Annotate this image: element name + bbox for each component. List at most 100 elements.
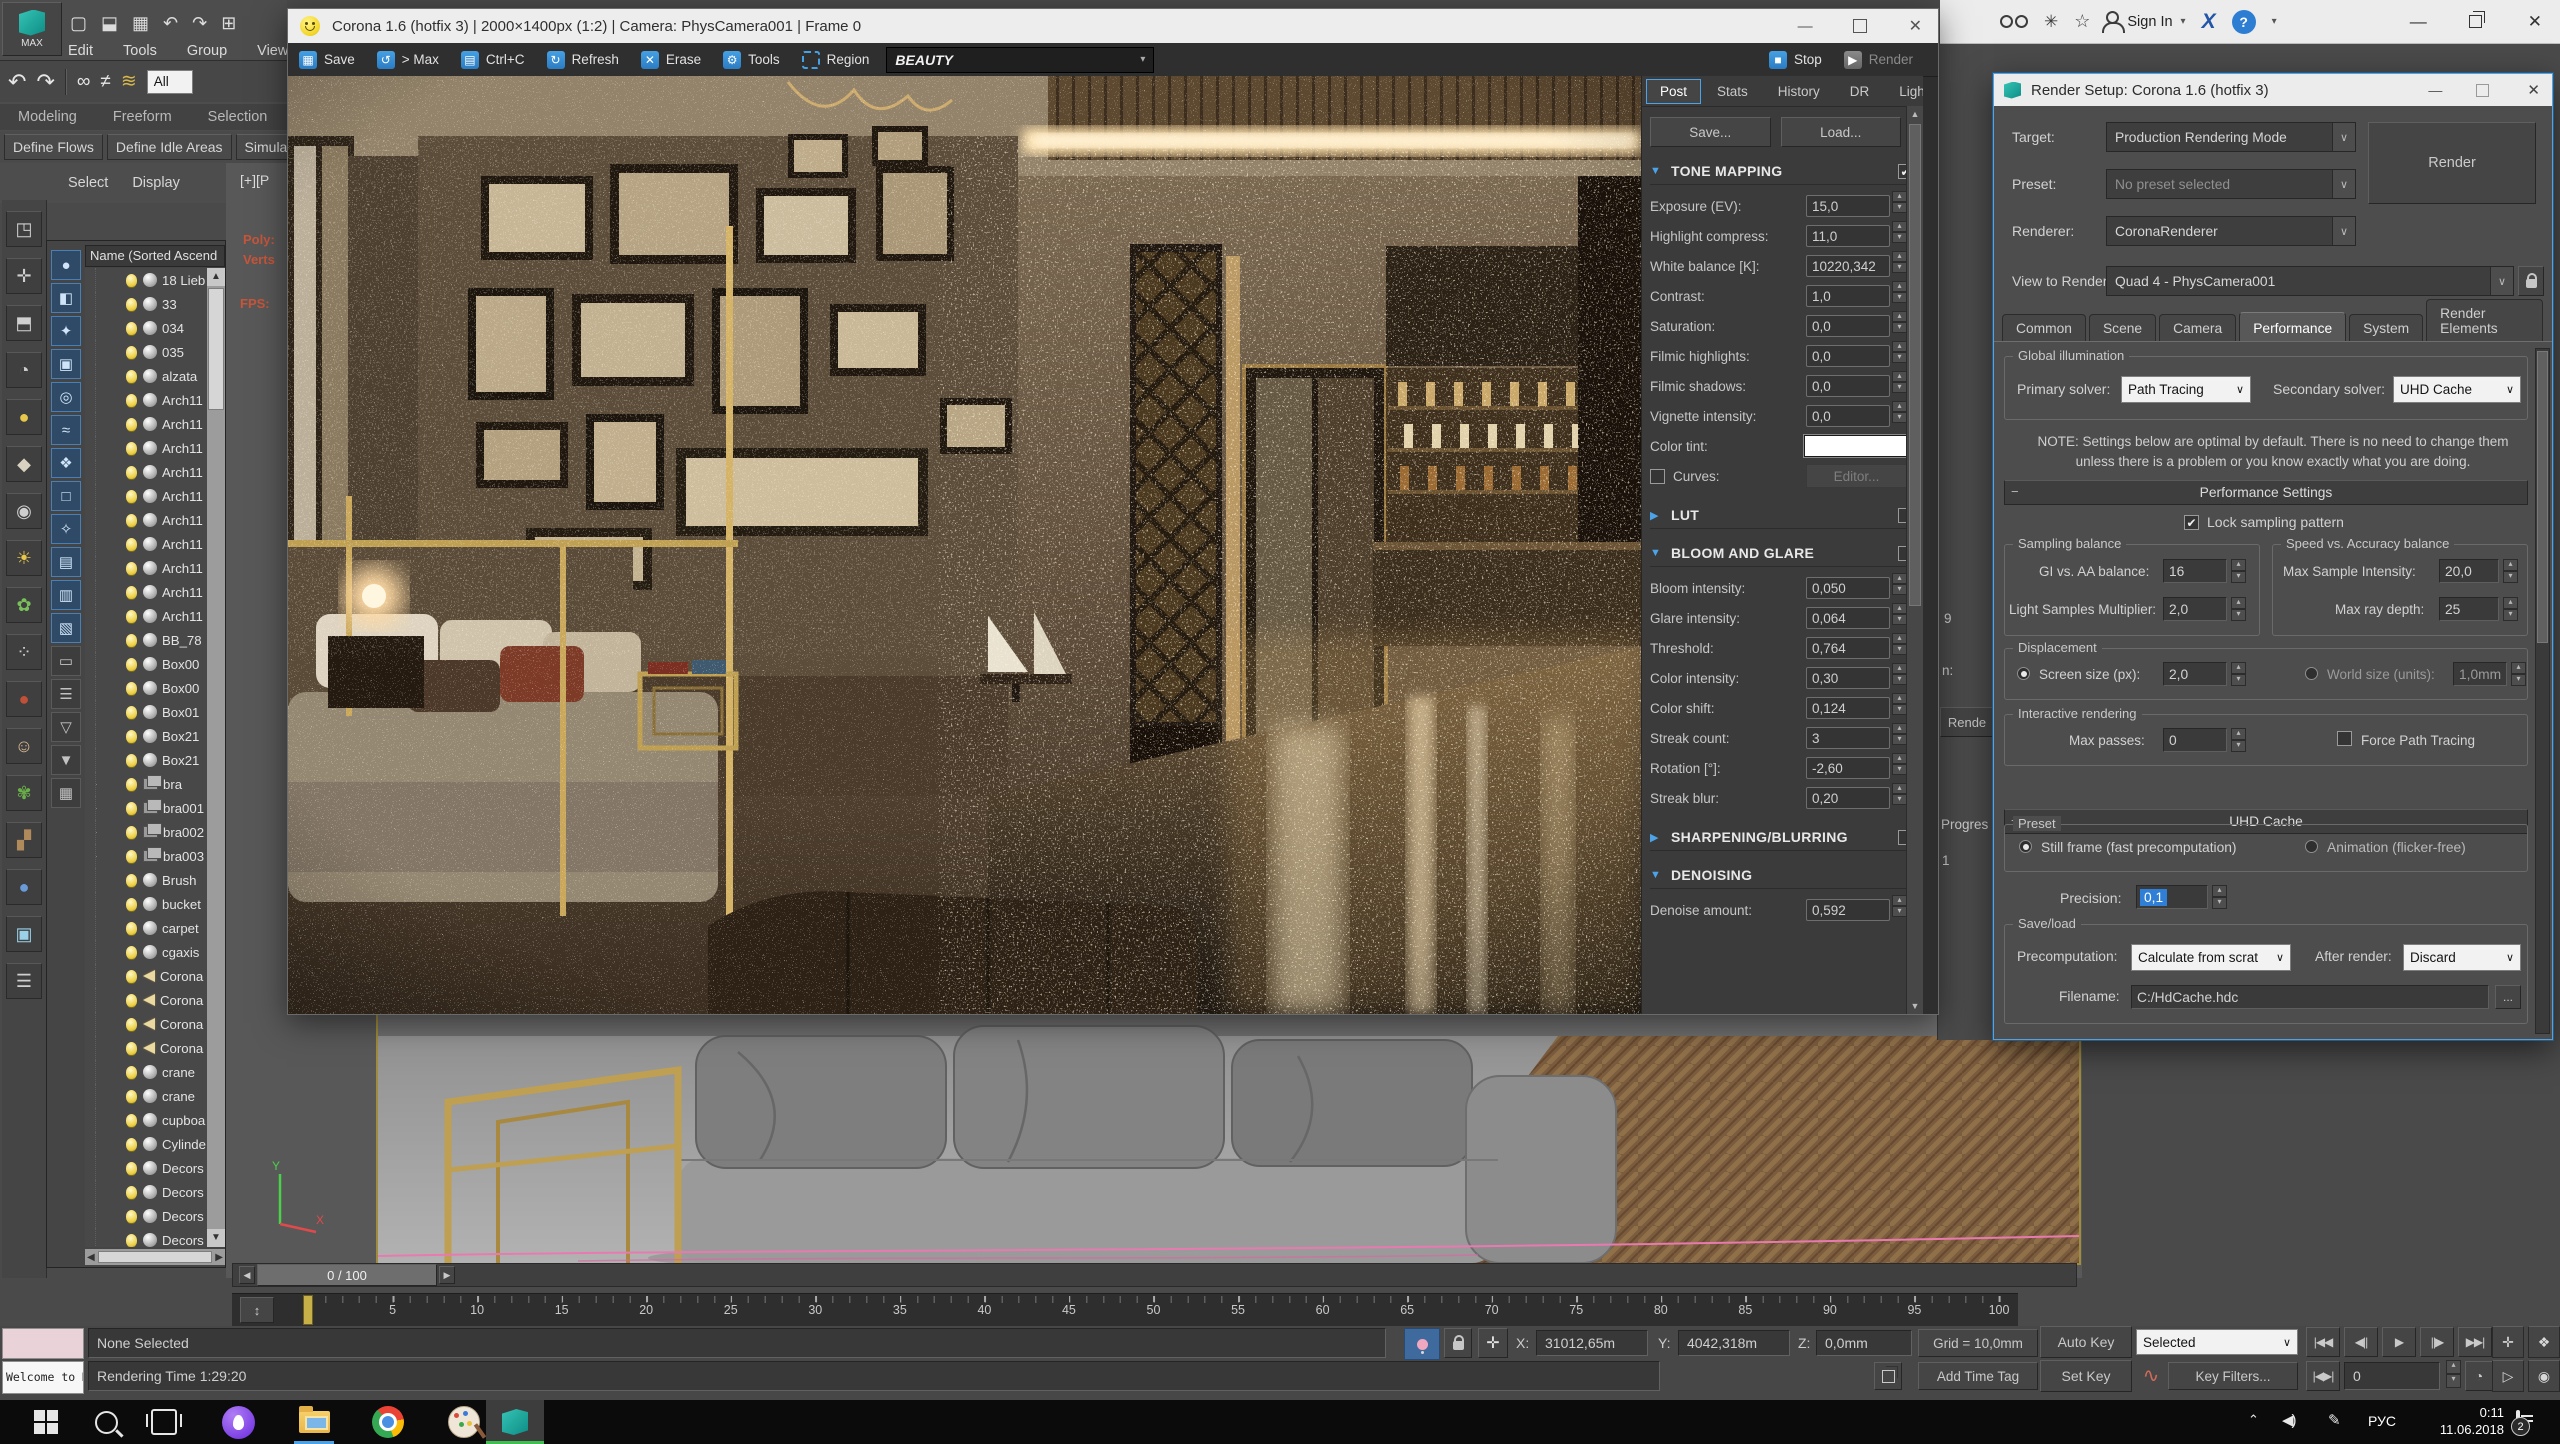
visibility-bulb-icon[interactable]: [126, 945, 137, 959]
vfb-stop-button[interactable]: ■ Stop: [1758, 43, 1833, 76]
help-caret-icon[interactable]: ▾: [2272, 16, 2277, 27]
key-mode-toggle-icon[interactable]: |◀▶|: [2306, 1361, 2340, 1391]
scene-list-item[interactable]: Arch11: [95, 436, 207, 460]
visibility-bulb-icon[interactable]: [126, 681, 137, 695]
precision-field[interactable]: 0,1: [2136, 885, 2208, 909]
vfb-tab-stats[interactable]: Stats: [1703, 79, 1762, 104]
selection-lock-toggle[interactable]: [1444, 1328, 1472, 1358]
setting-field[interactable]: 0,20: [1806, 787, 1890, 809]
visibility-bulb-icon[interactable]: [126, 489, 137, 503]
clock[interactable]: 0:11 11.06.2018: [2418, 1404, 2504, 1438]
visibility-bulb-icon[interactable]: [126, 297, 137, 311]
scene-list-item[interactable]: bucket: [95, 892, 207, 916]
setting-spinner[interactable]: ▴ ▾: [1892, 341, 1907, 363]
scene-list-item[interactable]: Arch11: [95, 532, 207, 556]
explorer-tool-icon-2[interactable]: ▽: [51, 712, 81, 742]
viewport-label[interactable]: [+][P: [240, 172, 269, 188]
vfb-load-settings-button[interactable]: Load...: [1780, 117, 1901, 147]
maximize-icon[interactable]: [2476, 83, 2490, 97]
visibility-bulb-icon[interactable]: [126, 777, 137, 791]
exchange-apps-icon[interactable]: X: [2202, 10, 2216, 34]
scene-list-item[interactable]: Arch11: [95, 460, 207, 484]
render-setup-tab-common[interactable]: Common: [2002, 314, 2086, 342]
quick-access-icon-3[interactable]: ↶: [163, 13, 178, 34]
visibility-bulb-icon[interactable]: [126, 849, 137, 863]
viewport-nav-icon[interactable]: ◉: [2528, 1360, 2560, 1392]
vfb-save-settings-button[interactable]: Save...: [1650, 117, 1771, 147]
scene-list-item[interactable]: cgaxis: [95, 940, 207, 964]
visibility-bulb-icon[interactable]: [126, 897, 137, 911]
scene-list-item[interactable]: Corona: [95, 988, 207, 1012]
panel-tab-display[interactable]: Display: [120, 172, 192, 194]
scene-list-item[interactable]: Decors: [95, 1228, 207, 1247]
close-icon[interactable]: ✕: [2527, 81, 2540, 99]
undo-icon[interactable]: ↶: [8, 69, 26, 95]
scene-list-item[interactable]: Box00: [95, 676, 207, 700]
denoising-section-header[interactable]: ▼ DENOISING: [1650, 867, 1913, 889]
scroll-thumb[interactable]: [2537, 351, 2548, 643]
time-tag-icon[interactable]: [1874, 1362, 1902, 1390]
visibility-bulb-icon[interactable]: [126, 633, 137, 647]
after-render-dropdown[interactable]: Discard ∨: [2403, 944, 2521, 971]
current-frame-field[interactable]: 0: [2344, 1362, 2440, 1390]
action-center-button[interactable]: 2: [2511, 1410, 2530, 1436]
scene-list-item[interactable]: BB_78: [95, 628, 207, 652]
visibility-bulb-icon[interactable]: [126, 1185, 137, 1199]
visibility-bulb-icon[interactable]: [126, 1017, 137, 1031]
pen-icon[interactable]: ✎: [2328, 1411, 2341, 1429]
scene-list-item[interactable]: 035: [95, 340, 207, 364]
explorer-tool-icon-0[interactable]: ▭: [51, 646, 81, 676]
visibility-bulb-icon[interactable]: [126, 1209, 137, 1223]
set-key-curve-icon[interactable]: ∿: [2138, 1364, 2164, 1390]
hscroll-thumb[interactable]: [97, 1251, 213, 1263]
scene-list-item[interactable]: 034: [95, 316, 207, 340]
tool-icon-2[interactable]: ⬒: [6, 305, 42, 341]
setting-field[interactable]: 0,0: [1806, 345, 1890, 367]
vfb-toolbar-save-button[interactable]: ▦ Save: [288, 43, 366, 76]
visibility-bulb-icon[interactable]: [126, 585, 137, 599]
vfb-maximize-icon[interactable]: [1852, 19, 1867, 33]
tool-icon-0[interactable]: ◳: [6, 211, 42, 247]
maxscript-listener-line[interactable]: Welcome to M: [2, 1361, 84, 1394]
redo-icon[interactable]: ↷: [36, 69, 54, 95]
viewport-nav-icon[interactable]: ▷: [2492, 1360, 2524, 1392]
visibility-bulb-icon[interactable]: [126, 561, 137, 575]
scene-list-item[interactable]: crane: [95, 1084, 207, 1108]
explorer-name-header[interactable]: Name (Sorted Ascend: [85, 245, 225, 267]
bloom-glare-section-header[interactable]: ▼ BLOOM AND GLARE: [1650, 545, 1913, 567]
scroll-thumb[interactable]: [208, 288, 224, 410]
preset-dropdown[interactable]: No preset selected ∨: [2106, 169, 2356, 199]
setting-spinner[interactable]: ▴ ▾: [1892, 603, 1907, 625]
tool-icon-3[interactable]: ◔: [6, 352, 42, 388]
selection-filter-dropdown[interactable]: All: [146, 69, 193, 94]
y-coord-field[interactable]: 4042,318m: [1678, 1330, 1790, 1356]
tool-icon-14[interactable]: ●: [6, 869, 42, 905]
visibility-bulb-icon[interactable]: [126, 513, 137, 527]
visibility-bulb-icon[interactable]: [126, 753, 137, 767]
vfb-panel-scrollbar[interactable]: ▲ ▼: [1906, 106, 1923, 1014]
expand-arrow-icon[interactable]: ▶: [96, 851, 97, 862]
world-size-field[interactable]: 1,0mm: [2453, 662, 2507, 686]
time-slider-track[interactable]: ◀ 0 / 100 ▶: [232, 1263, 2077, 1287]
render-element-dropdown[interactable]: BEAUTY ▾: [886, 46, 1155, 73]
menu-item-edit[interactable]: Edit: [68, 43, 93, 59]
vfb-titlebar[interactable]: Corona 1.6 (hotfix 3) | 2000×1400px (1:2…: [288, 9, 1938, 43]
volume-icon[interactable]: ◀): [2282, 1411, 2296, 1429]
view-to-render-dropdown[interactable]: Quad 4 - PhysCamera001 ∨: [2106, 266, 2514, 296]
vfb-tab-post[interactable]: Post: [1646, 78, 1702, 104]
render-setup-tab-render-elements[interactable]: Render Elements: [2426, 299, 2543, 342]
vfb-tab-dr[interactable]: DR: [1836, 79, 1884, 104]
render-setup-scrollbar[interactable]: [2535, 348, 2550, 1034]
file-explorer-button[interactable]: [292, 1400, 336, 1444]
setting-field[interactable]: 0,0: [1806, 375, 1890, 397]
expand-arrow-icon[interactable]: ▶: [96, 827, 97, 838]
visibility-bulb-icon[interactable]: [126, 321, 137, 335]
start-button[interactable]: [24, 1400, 68, 1444]
scene-list-item[interactable]: ▶ bra: [95, 772, 207, 796]
screen-size-spinner[interactable]: ▴ ▾: [2231, 662, 2246, 686]
visibility-bulb-icon[interactable]: [126, 1233, 137, 1247]
chrome-button[interactable]: [366, 1400, 410, 1444]
tone-mapping-section-header[interactable]: ▼ TONE MAPPING ✔: [1650, 163, 1913, 185]
vfb-toolbar-erase-button[interactable]: ✕ Erase: [630, 43, 712, 76]
explorer-tool-icon-3[interactable]: ▼: [51, 745, 81, 775]
